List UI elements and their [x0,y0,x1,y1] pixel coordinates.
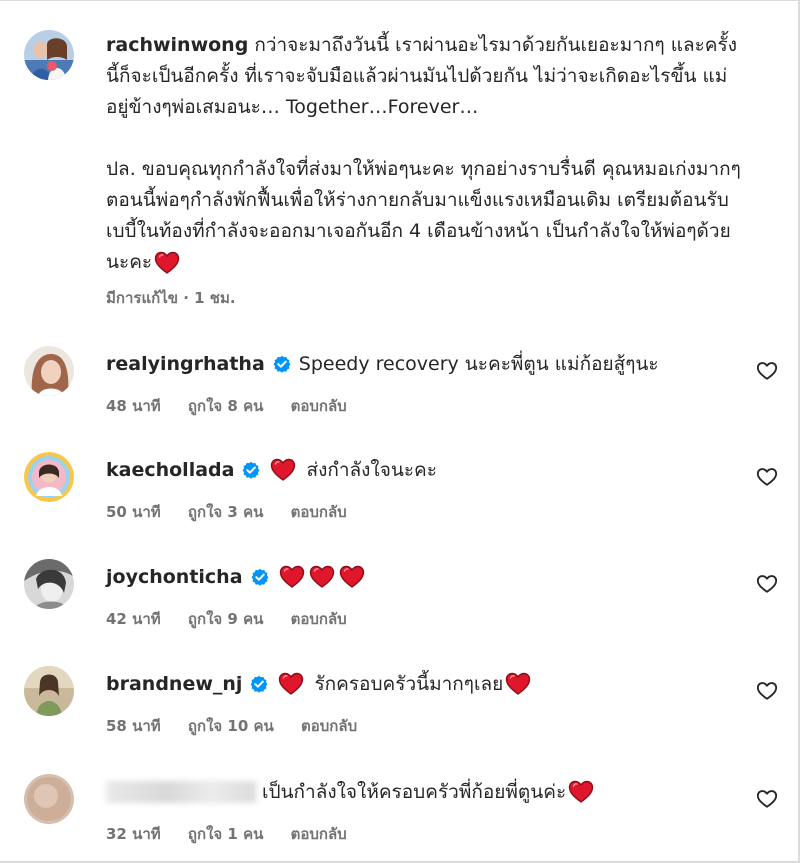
red-heart-emoji-icon [154,251,180,275]
comment-time[interactable]: 42 นาที [106,610,161,628]
comment-item: kaechollada ส่งกำลังใจนะคะ 50 นาที ถูกใจ… [24,452,784,532]
verified-badge-icon [251,568,269,586]
comment-line: kaechollada ส่งกำลังใจนะคะ [106,456,437,484]
reply-button[interactable]: ตอบกลับ [291,610,347,628]
comment-meta: 58 นาที ถูกใจ 10 คน ตอบกลับ [106,714,379,738]
comment-item: realyingrhatha Speedy recovery นะคะพี่ตู… [24,346,784,426]
heart-outline-icon[interactable] [756,360,778,382]
red-heart-emoji-icon [339,565,365,589]
avatar[interactable] [24,346,74,396]
comment-time[interactable]: 58 นาที [106,717,161,735]
verified-badge-icon [273,355,291,373]
comment-meta: 50 นาที ถูกใจ 3 คน ตอบกลับ [106,500,369,524]
red-heart-emoji-icon [309,565,335,589]
reply-button[interactable]: ตอบกลับ [291,397,347,415]
red-heart-emoji-icon [505,672,531,696]
comment-item: brandnew_nj รักครอบครัวนี้มากๆเลย 58 นาท… [24,666,784,746]
comment-line: เป็นกำลังใจให้ครอบครัวพี่ก้อยพี่ตูนค่ะ [106,778,596,806]
comment-meta: 48 นาที ถูกใจ 8 คน ตอบกลับ [106,394,369,418]
caption-username[interactable]: rachwinwong [106,34,248,56]
comment-text: Speedy recovery นะคะพี่ตูน แม่ก้อยสู้ๆนะ [298,353,659,375]
avatar[interactable] [24,774,74,824]
heart-outline-icon[interactable] [756,788,778,810]
verified-badge-icon [242,461,260,479]
comment-likes[interactable]: ถูกใจ 1 คน [188,825,263,843]
caption-meta: มีการแก้ไข · 1 ชม. [106,289,236,307]
reply-button[interactable]: ตอบกลับ [291,825,347,843]
heart-outline-icon[interactable] [756,466,778,488]
comment-meta: 32 นาที ถูกใจ 1 คน ตอบกลับ [106,822,369,846]
caption-paragraph-2: ปล. ขอบคุณทุกกำลังใจที่ส่งมาให้พ่อๆนะคะ … [106,158,741,273]
comment-time[interactable]: 48 นาที [106,397,161,415]
comment-text: เป็นกำลังใจให้ครอบครัวพี่ก้อยพี่ตูนค่ะ [262,781,567,803]
red-heart-emoji-icon [278,672,304,696]
comment-text: รักครอบครัวนี้มากๆเลย [314,673,504,695]
red-heart-emoji-icon [568,780,594,804]
comment-item: เป็นกำลังใจให้ครอบครัวพี่ก้อยพี่ตูนค่ะ 3… [24,774,784,854]
caption-text: rachwinwong กว่าจะมาถึงวันนี้ เราผ่านอะไร… [106,30,746,278]
comment-time[interactable]: 32 นาที [106,825,161,843]
blurred-username [106,781,256,803]
comment-likes[interactable]: ถูกใจ 3 คน [188,503,263,521]
red-heart-emoji-icon [279,565,305,589]
comment-time[interactable]: 50 นาที [106,503,161,521]
heart-outline-icon[interactable] [756,680,778,702]
comment-line: brandnew_nj รักครอบครัวนี้มากๆเลย [106,670,533,698]
comment-username[interactable]: joychonticha [106,563,243,591]
avatar[interactable] [24,452,74,502]
comment-meta: 42 นาที ถูกใจ 9 คน ตอบกลับ [106,607,369,631]
comment-username[interactable]: realyingrhatha [106,350,265,378]
comment-item: joychonticha 42 นาที ถูกใจ 9 คน ตอบกลับ [24,559,784,639]
reply-button[interactable]: ตอบกลับ [291,503,347,521]
comment-username[interactable]: kaechollada [106,456,234,484]
avatar[interactable] [24,666,74,716]
comment-username[interactable]: brandnew_nj [106,670,242,698]
reply-button[interactable]: ตอบกลับ [301,717,357,735]
comment-likes[interactable]: ถูกใจ 9 คน [188,610,263,628]
verified-badge-icon [250,675,268,693]
comment-likes[interactable]: ถูกใจ 8 คน [188,397,263,415]
comment-text: ส่งกำลังใจนะคะ [306,459,437,481]
avatar[interactable] [24,30,74,80]
comment-line: joychonticha [106,563,367,591]
avatar[interactable] [24,559,74,609]
comment-likes[interactable]: ถูกใจ 10 คน [188,717,274,735]
heart-outline-icon[interactable] [756,573,778,595]
red-heart-emoji-icon [270,458,296,482]
comment-line: realyingrhatha Speedy recovery นะคะพี่ตู… [106,350,659,378]
